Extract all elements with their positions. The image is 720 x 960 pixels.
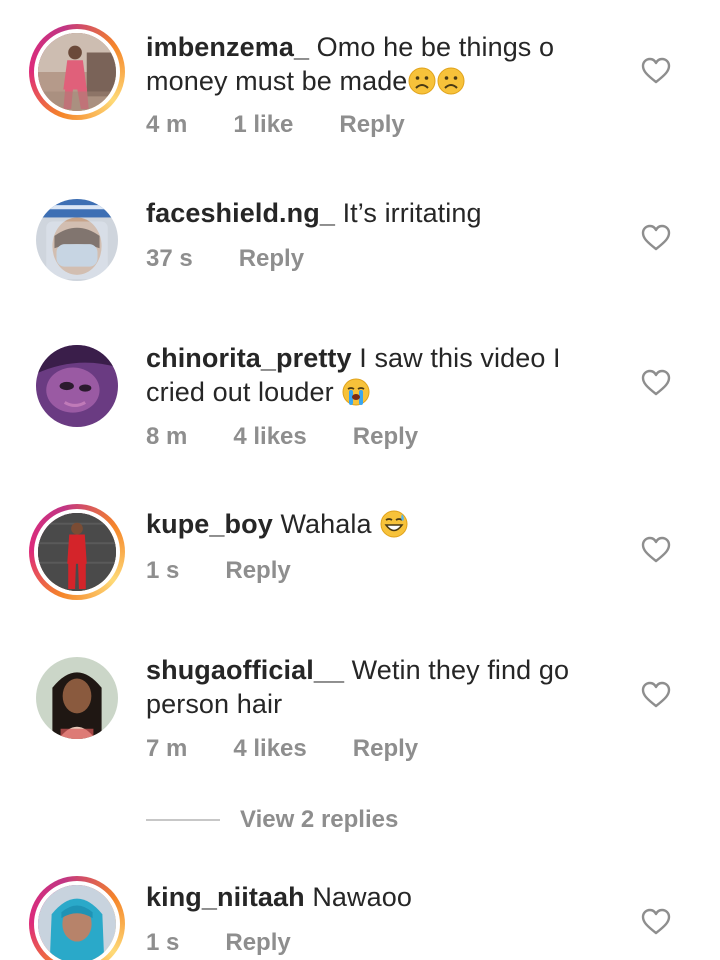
- comment-message: Wahala: [272, 509, 380, 539]
- avatar[interactable]: [34, 881, 120, 960]
- avatar[interactable]: [36, 657, 118, 739]
- comment-message: It’s irritating: [334, 198, 482, 228]
- avatar-photo: [36, 657, 118, 739]
- frowning-face-emoji-icon: [437, 67, 465, 95]
- comment-username[interactable]: faceshield.ng_: [146, 198, 335, 228]
- avatar-wrapper[interactable]: [29, 192, 125, 288]
- like-button[interactable]: [641, 369, 671, 397]
- comment-message: Nawaoo: [304, 882, 412, 912]
- comment-body: imbenzema_ Omo he be things o money must…: [146, 30, 616, 98]
- comment-body: kupe_boy Wahala: [146, 507, 616, 541]
- heart-outline-icon: [641, 908, 671, 935]
- reply-button[interactable]: Reply: [225, 929, 290, 957]
- comment-body: king_niitaah Nawaoo: [146, 880, 616, 914]
- comment-text: faceshield.ng_ It’s irritating: [146, 196, 616, 230]
- comment-username[interactable]: imbenzema_: [146, 32, 309, 62]
- comment-text: chinorita_pretty I saw this video I crie…: [146, 341, 616, 409]
- replies-divider-line: [146, 819, 220, 821]
- avatar-story-ring[interactable]: [29, 504, 125, 600]
- reply-button[interactable]: Reply: [353, 735, 418, 763]
- comment-body: chinorita_pretty I saw this video I crie…: [146, 341, 616, 409]
- avatar[interactable]: [34, 509, 120, 595]
- comment-timestamp: 1 s: [146, 929, 180, 956]
- comment-body: faceshield.ng_ It’s irritating: [146, 196, 616, 230]
- comment-likes-count[interactable]: 4 likes: [233, 423, 306, 451]
- avatar-photo: [38, 33, 116, 111]
- reply-button[interactable]: Reply: [225, 557, 290, 585]
- comment-username[interactable]: kupe_boy: [146, 509, 273, 539]
- comment-timestamp: 37 s: [146, 245, 193, 272]
- heart-outline-icon: [641, 369, 671, 396]
- loudly-crying-face-emoji-icon: [342, 378, 370, 406]
- avatar-story-ring[interactable]: [29, 876, 125, 960]
- heart-outline-icon: [641, 536, 671, 563]
- like-button[interactable]: [641, 57, 671, 85]
- view-replies-label[interactable]: View 2 replies: [240, 806, 398, 834]
- comment-meta: 1 s Reply: [146, 557, 291, 585]
- comment-meta: 1 s Reply: [146, 929, 291, 957]
- comment-meta: 7 m 4 likes Reply: [146, 735, 418, 763]
- comment-username[interactable]: chinorita_pretty: [146, 343, 352, 373]
- heart-outline-icon: [641, 681, 671, 708]
- avatar-wrapper[interactable]: [29, 338, 125, 434]
- comment-timestamp: 8 m: [146, 423, 188, 450]
- comment-text: kupe_boy Wahala: [146, 507, 616, 541]
- comment-timestamp: 4 m: [146, 111, 188, 138]
- like-button[interactable]: [641, 908, 671, 936]
- view-replies-toggle[interactable]: View 2 replies: [146, 806, 398, 834]
- like-button[interactable]: [641, 224, 671, 252]
- avatar-photo: [36, 345, 118, 427]
- avatar-photo: [38, 885, 116, 960]
- comment-timestamp: 7 m: [146, 735, 188, 762]
- reply-button[interactable]: Reply: [353, 423, 418, 451]
- comment-username[interactable]: king_niitaah: [146, 882, 305, 912]
- comment-meta: 37 s Reply: [146, 245, 304, 273]
- comment-username[interactable]: shugaofficial__: [146, 655, 344, 685]
- frowning-face-emoji-icon: [408, 67, 436, 95]
- grinning-sweat-face-emoji-icon: [380, 510, 408, 538]
- avatar-photo: [36, 199, 118, 281]
- comments-list: imbenzema_ Omo he be things o money must…: [0, 0, 720, 960]
- comment-likes-count[interactable]: 4 likes: [233, 735, 306, 763]
- avatar[interactable]: [36, 199, 118, 281]
- comment-text: king_niitaah Nawaoo: [146, 880, 616, 914]
- comment-likes-count[interactable]: 1 like: [233, 111, 293, 139]
- heart-outline-icon: [641, 224, 671, 251]
- comment-meta: 4 m 1 like Reply: [146, 111, 405, 139]
- avatar-wrapper[interactable]: [29, 650, 125, 746]
- comment-meta: 8 m 4 likes Reply: [146, 423, 418, 451]
- avatar-story-ring[interactable]: [29, 24, 125, 120]
- comment-timestamp: 1 s: [146, 557, 180, 584]
- comment-text: imbenzema_ Omo he be things o money must…: [146, 30, 616, 98]
- like-button[interactable]: [641, 536, 671, 564]
- like-button[interactable]: [641, 681, 671, 709]
- heart-outline-icon: [641, 57, 671, 84]
- comment-text: shugaofficial__ Wetin they find go perso…: [146, 653, 616, 721]
- avatar[interactable]: [34, 29, 120, 115]
- comment-body: shugaofficial__ Wetin they find go perso…: [146, 653, 616, 721]
- reply-button[interactable]: Reply: [339, 111, 404, 139]
- reply-button[interactable]: Reply: [239, 245, 304, 273]
- avatar[interactable]: [36, 345, 118, 427]
- avatar-photo: [38, 513, 116, 591]
